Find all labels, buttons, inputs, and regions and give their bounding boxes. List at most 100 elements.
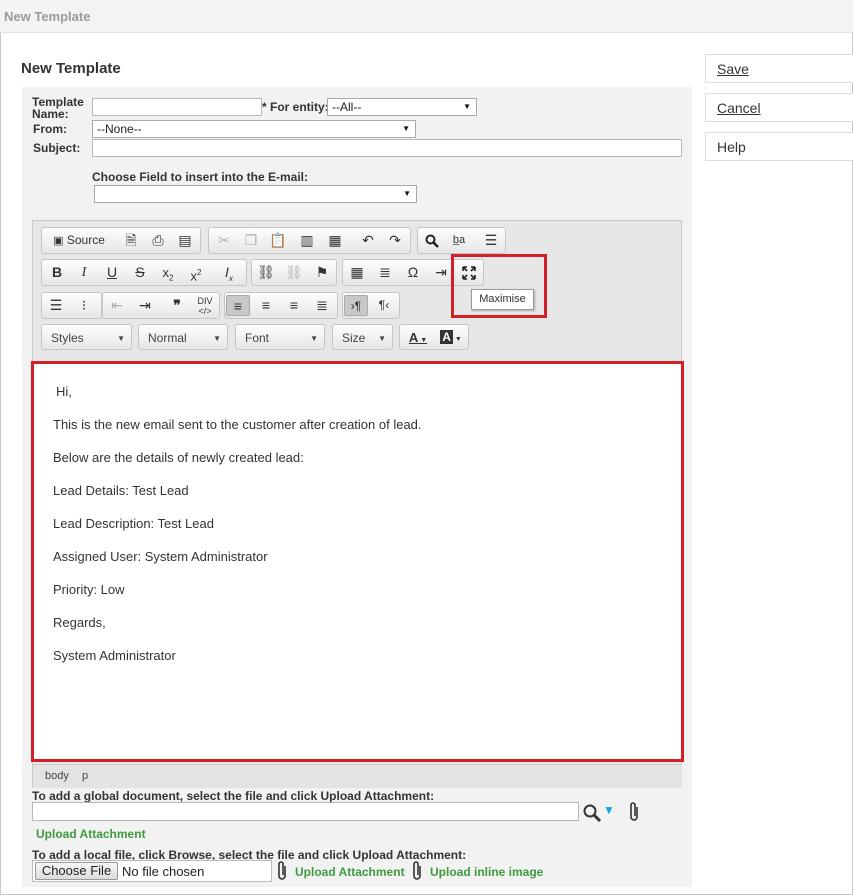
paperclip-icon bbox=[411, 860, 423, 885]
ltr-icon[interactable]: ›¶ bbox=[344, 295, 368, 316]
choose-field-label: Choose Field to insert into the E-mail: bbox=[92, 170, 309, 184]
bulleted-list-icon[interactable]: ⁝ bbox=[72, 295, 96, 316]
select-all-icon[interactable]: ☰ bbox=[479, 230, 503, 251]
copy-icon[interactable]: ❐ bbox=[239, 230, 263, 251]
undo-icon[interactable]: ↶ bbox=[356, 230, 380, 251]
italic-icon[interactable]: I bbox=[72, 262, 96, 283]
unlink-icon[interactable]: ⛓ bbox=[282, 262, 306, 283]
page-break-icon[interactable]: ⇥ bbox=[429, 262, 453, 283]
editor-content-area[interactable]: Hi, This is the new email sent to the cu… bbox=[31, 361, 684, 762]
toolbar-clipboard-group: ✂ ❐ 📋 ▥ ▦ ↶ ↷ bbox=[208, 227, 411, 254]
blockquote-icon[interactable]: ❞ bbox=[165, 295, 189, 316]
title-bar: New Template bbox=[0, 0, 853, 33]
toolbar-indent-group: ⇤ ⇥ ❞ DIV </> bbox=[102, 292, 220, 319]
superscript-icon[interactable]: x2 bbox=[184, 262, 208, 283]
table-icon[interactable]: ▦ bbox=[345, 262, 369, 283]
styles-combo[interactable]: Styles ▼ bbox=[41, 324, 132, 350]
font-combo[interactable]: Font ▼ bbox=[235, 324, 325, 350]
subject-label: Subject: bbox=[33, 141, 81, 155]
preview-icon[interactable]: 🗎 bbox=[119, 230, 143, 251]
size-label: Size bbox=[342, 331, 366, 345]
paste-icon[interactable]: 📋 bbox=[266, 230, 290, 251]
for-entity-select[interactable]: --All-- ▼ bbox=[327, 98, 477, 116]
underline-icon[interactable]: U bbox=[100, 262, 124, 283]
toolbar-colors-group: A ▼ A ▼ bbox=[399, 324, 469, 350]
chevron-down-icon: ▼ bbox=[403, 189, 411, 198]
choose-file-button[interactable]: Choose File bbox=[35, 862, 118, 880]
paste-text-icon[interactable]: ▥ bbox=[295, 230, 319, 251]
create-div-icon[interactable]: DIV </> bbox=[193, 295, 217, 316]
help-button[interactable]: Help bbox=[705, 132, 853, 161]
content-line: Hi, bbox=[56, 384, 72, 399]
from-label: From: bbox=[33, 122, 67, 136]
numbered-list-icon[interactable]: ☰ bbox=[44, 295, 68, 316]
format-label: Normal bbox=[148, 331, 187, 345]
subject-input[interactable] bbox=[92, 139, 682, 157]
save-button[interactable]: Save bbox=[705, 54, 853, 83]
window-title: New Template bbox=[4, 9, 91, 24]
horizontal-rule-icon[interactable]: ≣ bbox=[373, 262, 397, 283]
indent-icon[interactable]: ⇥ bbox=[133, 295, 157, 316]
link-icon[interactable]: ⛓ bbox=[254, 262, 278, 283]
no-file-chosen-text: No file chosen bbox=[122, 864, 205, 879]
subscript-icon[interactable]: x2 bbox=[156, 262, 180, 283]
element-path-bar: body p bbox=[33, 764, 682, 788]
content-line: System Administrator bbox=[53, 648, 176, 663]
help-label: Help bbox=[717, 139, 746, 155]
dropdown-triangle-icon[interactable]: ▼ bbox=[603, 803, 615, 817]
align-center-icon[interactable]: ≡ bbox=[254, 295, 278, 316]
maximise-tooltip: Maximise bbox=[471, 289, 534, 310]
source-icon: ▣ bbox=[53, 235, 64, 247]
paperclip-icon[interactable] bbox=[628, 801, 640, 826]
templates-icon[interactable]: ▤ bbox=[173, 230, 197, 251]
strike-icon[interactable]: S bbox=[128, 262, 152, 283]
page-title: New Template bbox=[21, 60, 121, 77]
upload-attachment-link[interactable]: Upload Attachment bbox=[36, 827, 146, 841]
content-line: This is the new email sent to the custom… bbox=[53, 417, 422, 432]
align-right-icon[interactable]: ≡ bbox=[282, 295, 306, 316]
styles-label: Styles bbox=[51, 331, 84, 345]
search-icon[interactable] bbox=[420, 230, 444, 251]
text-color-icon[interactable]: A ▼ bbox=[403, 327, 433, 348]
global-document-hint: To add a global document, select the fil… bbox=[32, 789, 435, 803]
paperclip-icon bbox=[276, 860, 288, 885]
toolbar-document-group: ▣ Source 🗎 ⎙ ▤ bbox=[41, 227, 201, 254]
bold-icon[interactable]: B bbox=[45, 262, 69, 283]
font-label: Font bbox=[245, 331, 270, 345]
toolbar-links-group: ⛓ ⛓ ⚑ bbox=[251, 259, 337, 286]
content-line: Lead Details: Test Lead bbox=[53, 483, 189, 498]
source-button[interactable]: ▣ Source bbox=[45, 230, 113, 251]
format-combo[interactable]: Normal ▼ bbox=[138, 324, 228, 350]
size-combo[interactable]: Size ▼ bbox=[332, 324, 393, 350]
paste-word-icon[interactable]: ▦ bbox=[323, 230, 347, 251]
upload-inline-image-link[interactable]: Upload inline image bbox=[430, 865, 543, 879]
outdent-icon[interactable]: ⇤ bbox=[105, 295, 129, 316]
toolbar-basicstyles-group: B I U S x2 x2 Ix bbox=[41, 259, 247, 286]
align-left-icon[interactable]: ≡ bbox=[226, 295, 250, 316]
global-document-input[interactable] bbox=[32, 802, 579, 821]
replace-icon[interactable]: b̲a bbox=[447, 230, 471, 251]
from-select[interactable]: --None-- ▼ bbox=[92, 120, 416, 138]
from-value: --None-- bbox=[97, 122, 142, 136]
template-name-input[interactable] bbox=[92, 98, 262, 116]
redo-icon[interactable]: ↷ bbox=[383, 230, 407, 251]
print-icon[interactable]: ⎙ bbox=[146, 230, 170, 251]
cancel-label: Cancel bbox=[717, 100, 761, 116]
cut-icon[interactable]: ✂ bbox=[212, 230, 236, 251]
rtl-icon[interactable]: ¶‹ bbox=[372, 295, 396, 316]
anchor-flag-icon[interactable]: ⚑ bbox=[310, 262, 334, 283]
path-p[interactable]: p bbox=[82, 770, 88, 782]
remove-format-icon[interactable]: Ix bbox=[217, 262, 241, 283]
choose-field-select[interactable]: ▼ bbox=[94, 185, 417, 203]
background-color-icon[interactable]: A ▼ bbox=[436, 327, 466, 348]
cancel-button[interactable]: Cancel bbox=[705, 93, 853, 122]
path-body[interactable]: body bbox=[45, 770, 69, 782]
file-input[interactable]: Choose File No file chosen bbox=[32, 860, 272, 882]
upload-attachment-link-2[interactable]: Upload Attachment bbox=[295, 865, 405, 879]
search-icon[interactable] bbox=[582, 803, 602, 826]
justify-icon[interactable]: ≣ bbox=[310, 295, 334, 316]
content-line: Lead Description: Test Lead bbox=[53, 516, 214, 531]
special-char-icon[interactable]: Ω bbox=[401, 262, 425, 283]
content-line: Assigned User: System Administrator bbox=[53, 549, 268, 564]
chevron-down-icon: ▼ bbox=[213, 334, 221, 343]
